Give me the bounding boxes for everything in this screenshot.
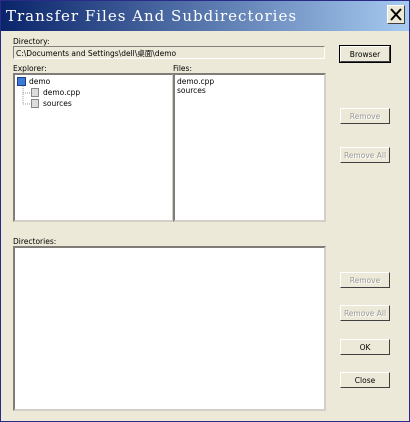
- tree-item-sources[interactable]: sources: [43, 99, 72, 108]
- directories-label: Directories:: [13, 237, 57, 246]
- remove-files-button[interactable]: Remove: [340, 108, 390, 124]
- transfer-dialog: Transfer Files And Subdirectories Direct…: [0, 0, 410, 422]
- close-button[interactable]: Close: [340, 372, 390, 388]
- file-icon: [31, 88, 39, 97]
- browser-button[interactable]: Browser: [339, 45, 391, 63]
- window-title: Transfer Files And Subdirectories: [6, 7, 298, 25]
- title-bar: Transfer Files And Subdirectories: [1, 1, 409, 31]
- directory-label: Directory:: [13, 37, 50, 46]
- explorer-tree[interactable]: demo demo.cpp sources: [13, 73, 174, 222]
- remove-all-dirs-button[interactable]: Remove All: [340, 305, 390, 321]
- folder-root-icon: [17, 77, 26, 86]
- ok-button[interactable]: OK: [340, 339, 390, 355]
- tree-item-root[interactable]: demo: [29, 77, 50, 86]
- files-list-item[interactable]: demo.cpp: [177, 77, 214, 86]
- remove-dirs-button[interactable]: Remove: [340, 272, 390, 288]
- close-icon: [390, 8, 402, 21]
- close-window-button[interactable]: [387, 5, 405, 24]
- explorer-label: Explorer:: [13, 64, 47, 73]
- folder-icon: [31, 99, 39, 108]
- directories-list[interactable]: [13, 246, 326, 411]
- files-list[interactable]: demo.cpp sources: [173, 73, 326, 222]
- tree-item-demo-cpp[interactable]: demo.cpp: [43, 88, 80, 97]
- directory-path-field[interactable]: C:\Documents and Settings\dell\桌面\demo: [13, 46, 325, 59]
- files-list-item[interactable]: sources: [177, 86, 206, 95]
- remove-all-files-button[interactable]: Remove All: [340, 147, 390, 163]
- files-label: Files:: [173, 64, 192, 73]
